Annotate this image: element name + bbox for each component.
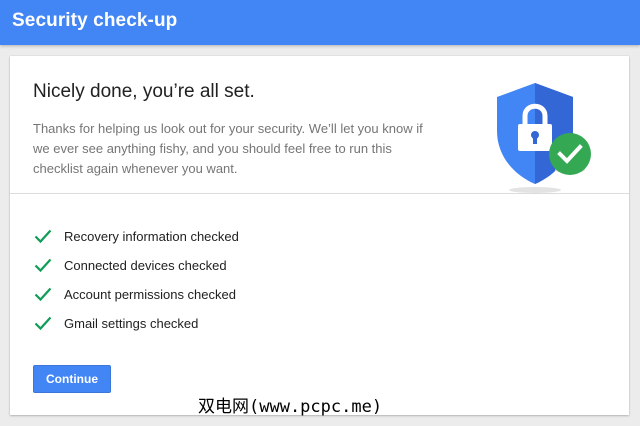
checkup-card: Nicely done, you’re all set. Thanks for … (10, 56, 629, 415)
success-headline: Nicely done, you’re all set. (33, 81, 255, 102)
section-divider (10, 193, 629, 194)
lock-keyhole-stem (533, 136, 537, 144)
check-badge (549, 133, 591, 175)
continue-button[interactable]: Continue (33, 365, 111, 393)
shield-lock-check-icon (497, 83, 591, 193)
page-title: Security check-up (12, 10, 178, 31)
checkmark-icon (34, 316, 52, 331)
watermark-text: 双电网(www.pcpc.me) (198, 397, 383, 417)
checklist-item-label: Gmail settings checked (64, 316, 199, 331)
checklist-item-label: Recovery information checked (64, 229, 239, 244)
app-header: Security check-up (0, 0, 640, 45)
checkmark-icon (34, 229, 52, 244)
success-description: Thanks for helping us look out for your … (33, 121, 423, 176)
checkmark-icon (34, 287, 52, 302)
checkmark-icon (34, 258, 52, 273)
checklist-item-label: Account permissions checked (64, 287, 236, 302)
checklist-item-label: Connected devices checked (64, 258, 227, 273)
